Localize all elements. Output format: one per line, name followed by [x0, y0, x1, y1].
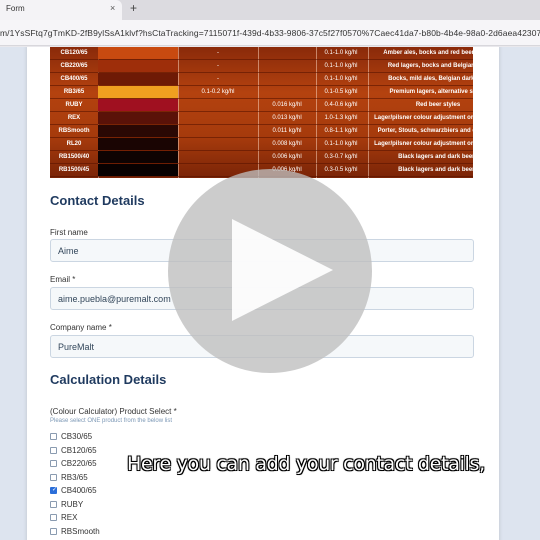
dosage-b-cell: 0.006 kg/hl: [272, 154, 302, 160]
option-label: RUBY: [61, 499, 84, 509]
colour-swatch: [98, 125, 178, 137]
dosage-c-cell: 1.0-1.3 kg/hl: [324, 115, 358, 121]
colour-swatch: [98, 164, 178, 176]
table-row: RBSmooth 0.011 kg/hl 0.8-1.1 kg/hl Porter, …: [50, 125, 473, 138]
product-name-cell: RB3/65: [63, 89, 85, 95]
tab-title: Form: [6, 4, 25, 13]
option-label: CB220/65: [61, 459, 97, 468]
dosage-c-cell: 0.3-0.5 kg/hl: [324, 167, 358, 173]
colour-swatch: [98, 73, 178, 85]
table-row: RL20 0.008 kg/hl 0.1-1.0 kg/hl Lager/pilsne…: [50, 138, 473, 151]
product-name-cell: RB1500/45: [58, 167, 90, 173]
colour-swatch: [98, 138, 178, 150]
style-description-cell: Bocks, mild ales, Belgian dark ales: [388, 76, 473, 82]
company-name-label: Company name *: [50, 323, 112, 332]
checkmark-icon: ✓: [52, 487, 58, 493]
product-name-cell: RL20: [66, 141, 82, 147]
colour-swatch: [98, 47, 178, 59]
product-name-cell: RUBY: [65, 102, 83, 108]
dosage-a-cell: -: [217, 50, 219, 56]
dosage-c-cell: 0.1-0.5 kg/hl: [324, 89, 358, 95]
style-description-cell: Black lagers and dark beers: [398, 154, 473, 160]
product-name-cell: CB120/65: [60, 50, 88, 56]
checkbox[interactable]: [50, 460, 57, 467]
product-name-cell: RB1500/40: [58, 154, 90, 160]
dosage-b-cell: 0.008 kg/hl: [272, 141, 302, 147]
dosage-c-cell: 0.1-1.0 kg/hl: [324, 76, 358, 82]
style-description-cell: Amber ales, bocks and red beer styles: [383, 50, 473, 56]
checkbox[interactable]: [50, 433, 57, 440]
table-row: CB220/65 - 0.1-1.0 kg/hl Red lagers, bocks …: [50, 60, 473, 73]
checkbox[interactable]: [50, 514, 57, 521]
contact-details-heading: Contact Details: [50, 193, 145, 208]
checkbox[interactable]: [50, 500, 57, 508]
dosage-c-cell: 0.1-1.0 kg/hl: [324, 50, 358, 56]
dosage-c-cell: 0.3-0.7 kg/hl: [324, 154, 358, 160]
table-row: RUBY 0.016 kg/hl 0.4-0.6 kg/hl Red beer sty…: [50, 99, 473, 112]
browser-tab-bar: Form × +: [0, 0, 540, 20]
product-select-label: (Colour Calculator) Product Select *: [50, 407, 177, 416]
option-label: RB3/65: [61, 472, 88, 482]
product-select-help: Please select ONE product from the below…: [50, 418, 173, 424]
style-description-cell: Red lagers, bocks and Belgian ales: [387, 63, 473, 69]
url-text[interactable]: m/1YsSFtq7gTmKD-2fB9ylSsA1klvf?hsCtaTrac…: [0, 28, 540, 38]
checkbox[interactable]: [50, 473, 57, 481]
style-description-cell: Lager/pilsner colour adjustment or dark …: [374, 141, 473, 147]
video-subtitle: Here you can add your contact details,: [127, 453, 485, 475]
option-label: CB400/65: [61, 486, 97, 495]
calculation-details-heading: Calculation Details: [50, 372, 167, 387]
product-name-cell: CB400/65: [60, 76, 88, 82]
email-label: Email *: [50, 275, 76, 284]
dosage-b-cell: 0.013 kg/hl: [272, 115, 302, 121]
new-tab-icon[interactable]: +: [130, 1, 137, 15]
colour-swatch: [98, 60, 178, 72]
table-row: CB120/65 - 0.1-1.0 kg/hl Amber ales, bocks …: [50, 47, 473, 60]
dosage-c-cell: 0.4-0.6 kg/hl: [324, 102, 358, 108]
dosage-c-cell: 0.1-1.0 kg/hl: [324, 141, 358, 147]
product-name-cell: CB220/65: [60, 63, 88, 69]
browser-tab[interactable]: Form ×: [0, 0, 122, 20]
table-row: CB400/65 - 0.1-1.0 kg/hl Bocks, mild ales, …: [50, 73, 473, 86]
table-row: RB3/65 0.1-0.2 kg/hl 0.1-0.5 kg/hl Premium …: [50, 86, 473, 99]
table-row: RB1500/40 0.006 kg/hl 0.3-0.7 kg/hl Black l…: [50, 151, 473, 164]
colour-swatch: [98, 151, 178, 163]
dosage-b-cell: 0.011 kg/hl: [272, 128, 302, 134]
first-name-label: First name: [50, 228, 88, 237]
colour-swatch: [98, 86, 178, 98]
option-label: REX: [61, 513, 78, 522]
close-tab-icon[interactable]: ×: [110, 3, 115, 13]
option-label: RBSmooth: [61, 526, 100, 536]
product-name-cell: RBSmooth: [58, 128, 90, 134]
checkbox[interactable]: [50, 527, 57, 535]
style-description-cell: Premium lagers, alternative styles: [389, 89, 473, 95]
option-label: CB30/65: [61, 432, 93, 441]
checkbox[interactable]: [50, 446, 57, 454]
style-description-cell: Red beer styles: [415, 102, 461, 108]
play-icon[interactable]: [232, 219, 333, 321]
product-colour-table: CB120/65 - 0.1-1.0 kg/hl Amber ales, bocks …: [50, 47, 473, 178]
checkbox[interactable]: ✓: [50, 487, 57, 494]
style-description-cell: Black lagers and dark beers: [398, 167, 473, 173]
colour-swatch: [98, 112, 178, 124]
colour-swatch: [98, 99, 178, 111]
address-bar[interactable]: m/1YsSFtq7gTmKD-2fB9ylSsA1klvf?hsCtaTrac…: [0, 20, 540, 46]
dosage-c-cell: 0.1-1.0 kg/hl: [324, 63, 358, 69]
dosage-b-cell: 0.016 kg/hl: [272, 102, 302, 108]
dosage-a-cell: 0.1-0.2 kg/hl: [201, 89, 235, 95]
dosage-a-cell: -: [217, 63, 219, 69]
product-name-cell: REX: [67, 115, 81, 121]
table-row: REX 0.013 kg/hl 1.0-1.3 kg/hl Lager/pilsner…: [50, 112, 473, 125]
style-description-cell: Porter, Stouts, schwarzbiers and dark al…: [377, 128, 473, 134]
style-description-cell: Lager/pilsner colour adjustment or dark …: [374, 115, 473, 121]
option-label: CB120/65: [61, 445, 97, 455]
dosage-c-cell: 0.8-1.1 kg/hl: [324, 128, 358, 134]
dosage-a-cell: -: [217, 76, 219, 82]
